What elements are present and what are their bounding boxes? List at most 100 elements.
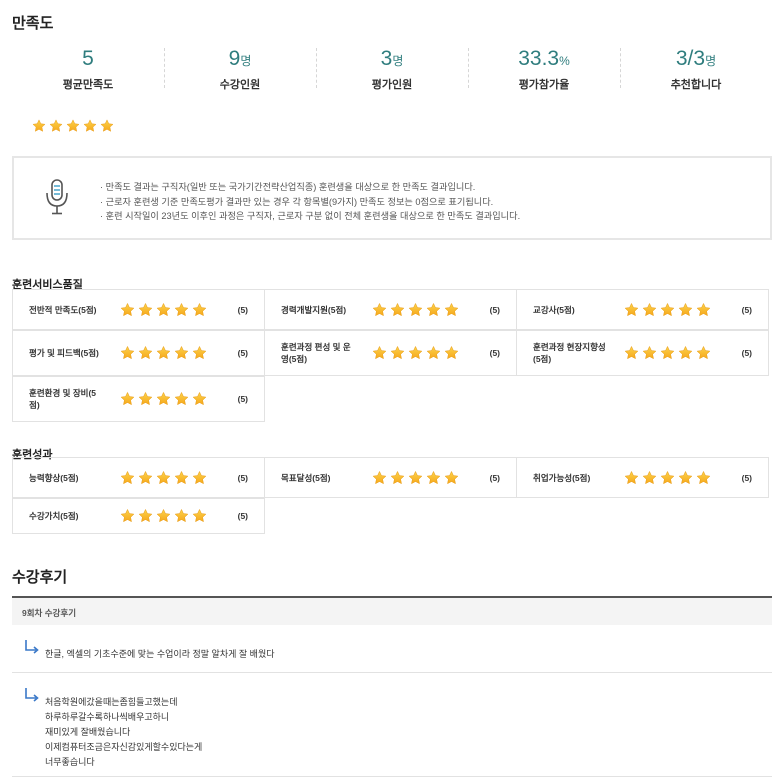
summary-label: 평가인원 xyxy=(371,79,413,91)
star-icon xyxy=(696,345,711,361)
rating-item-score: (5) xyxy=(741,304,752,315)
notice-list: · 만족도 결과는 구직자(일반 또는 국가기간전략산업직종) 훈련생을 대상으… xyxy=(100,180,520,224)
rating-item-score: (5) xyxy=(237,511,248,521)
star-icon xyxy=(678,345,693,361)
review-round-header: 9회차 수강후기 xyxy=(12,596,772,625)
star-icon xyxy=(660,470,675,485)
rating-stars xyxy=(372,470,459,485)
star-icon xyxy=(660,345,675,361)
satisfaction-title: 만족도 xyxy=(12,15,54,32)
summary-unit: 명 xyxy=(392,54,404,68)
rating-item-name: 훈련과정 편성 및 운영(5점) xyxy=(281,342,351,364)
rating-item-name: 취업가능성(5점) xyxy=(533,472,591,483)
review-line: 한글, 엑셀의 기초수준에 맞는 수업이라 정말 알차게 잘 배웠다 xyxy=(45,649,275,659)
star-icon xyxy=(120,508,135,524)
star-icon xyxy=(120,391,135,407)
notice-item: · 만족도 결과는 구직자(일반 또는 국가기간전략산업직종) 훈련생을 대상으… xyxy=(100,182,476,192)
star-icon xyxy=(678,470,693,485)
star-icon xyxy=(120,302,135,317)
star-icon xyxy=(192,391,207,407)
rating-item: 전반적 만족도(5점) (5) xyxy=(12,289,265,330)
star-icon xyxy=(66,119,80,133)
star-icon xyxy=(426,345,441,361)
summary-value: 33.3 xyxy=(518,47,560,70)
rating-item-score: (5) xyxy=(237,348,248,358)
star-icon xyxy=(192,302,207,317)
star-icon xyxy=(49,119,63,133)
star-icon xyxy=(156,345,171,361)
star-icon xyxy=(390,302,405,317)
review-line: 하루하루갈수록하나씩배우고하니 xyxy=(45,712,170,722)
star-icon xyxy=(174,345,189,361)
summary-value: 9 xyxy=(228,47,241,70)
reply-arrow-icon xyxy=(25,688,39,702)
reply-arrow-icon xyxy=(25,640,39,654)
star-icon xyxy=(192,470,207,485)
star-icon xyxy=(624,470,639,485)
rating-item-score: (5) xyxy=(237,472,248,483)
star-icon xyxy=(372,302,387,317)
rating-item: 교강사(5점) (5) xyxy=(516,289,769,330)
rating-item-score: (5) xyxy=(489,472,500,483)
satisfaction-summary: 5 평균만족도 9명 수강인원 3명 평가인원 33.3% 평가참가율 3/3명… xyxy=(12,46,772,94)
rating-item-score: (5) xyxy=(489,304,500,315)
star-icon xyxy=(696,470,711,485)
rating-item-score: (5) xyxy=(489,348,500,358)
star-icon xyxy=(408,345,423,361)
rating-stars xyxy=(624,470,711,485)
overall-rating-stars xyxy=(32,119,114,133)
review-item: 처음학원에갔을때는좀힘들고했는데 하루하루갈수록하나씩배우고하니 재미있게 잘배… xyxy=(12,673,772,777)
microphone-icon xyxy=(46,179,68,215)
star-icon xyxy=(174,391,189,407)
summary-value: 3 xyxy=(380,47,393,70)
summary-average: 5 평균만족도 xyxy=(12,46,164,94)
star-icon xyxy=(32,119,46,133)
rating-item-score: (5) xyxy=(237,394,248,404)
star-icon xyxy=(624,345,639,361)
star-icon xyxy=(156,470,171,485)
rating-item: 훈련과정 현장지향성(5점) (5) xyxy=(516,330,769,376)
star-icon xyxy=(408,302,423,317)
star-icon xyxy=(372,470,387,485)
rating-item: 능력향상(5점) (5) xyxy=(12,457,265,498)
star-icon xyxy=(138,470,153,485)
rating-stars xyxy=(120,302,207,317)
review-line: 처음학원에갔을때는좀힘들고했는데 xyxy=(45,697,178,707)
training-outcome-grid: 능력향상(5점) (5) 목표달성(5점) (5) 취업가능성(5점) (5) … xyxy=(12,457,771,534)
star-icon xyxy=(174,508,189,524)
star-icon xyxy=(408,470,423,485)
rating-item-name: 수강가치(5점) xyxy=(29,511,79,521)
review-line: 너무좋습니다 xyxy=(45,757,95,767)
star-icon xyxy=(100,119,114,133)
rating-stars xyxy=(372,345,459,361)
star-icon xyxy=(192,345,207,361)
summary-evaluators: 3명 평가인원 xyxy=(316,46,468,94)
summary-unit: 명 xyxy=(240,54,252,68)
notice-item: · 훈련 시작일이 23년도 이후인 과정은 구직자, 근로자 구분 없이 전체… xyxy=(100,211,521,221)
service-quality-grid: 전반적 만족도(5점) (5) 경력개발지원(5점) (5) 교강사(5점) (… xyxy=(12,289,771,422)
star-icon xyxy=(156,391,171,407)
star-icon xyxy=(678,302,693,317)
review-text: 한글, 엑셀의 기초수준에 맞는 수업이라 정말 알차게 잘 배웠다 xyxy=(45,647,275,662)
rating-item: 훈련과정 편성 및 운영(5점) (5) xyxy=(264,330,517,376)
star-icon xyxy=(426,470,441,485)
star-icon xyxy=(138,391,153,407)
star-icon xyxy=(642,470,657,485)
summary-value: 3/3 xyxy=(675,47,706,70)
summary-enrolled: 9명 수강인원 xyxy=(164,46,316,94)
star-icon xyxy=(642,302,657,317)
rating-item: 목표달성(5점) (5) xyxy=(264,457,517,498)
star-icon xyxy=(156,508,171,524)
star-icon xyxy=(696,302,711,317)
rating-item-name: 훈련과정 현장지향성(5점) xyxy=(533,342,606,364)
rating-stars xyxy=(120,470,207,485)
summary-label: 평가참가율 xyxy=(518,79,570,91)
rating-item-name: 평가 및 피드백(5점) xyxy=(29,348,99,358)
summary-unit: 명 xyxy=(705,54,717,68)
star-icon xyxy=(192,508,207,524)
summary-label: 추천합니다 xyxy=(670,79,722,91)
review-item: 한글, 엑셀의 기초수준에 맞는 수업이라 정말 알차게 잘 배웠다 xyxy=(12,625,772,673)
star-icon xyxy=(174,302,189,317)
star-icon xyxy=(444,470,459,485)
summary-recommend: 3/3명 추천합니다 xyxy=(620,46,772,94)
